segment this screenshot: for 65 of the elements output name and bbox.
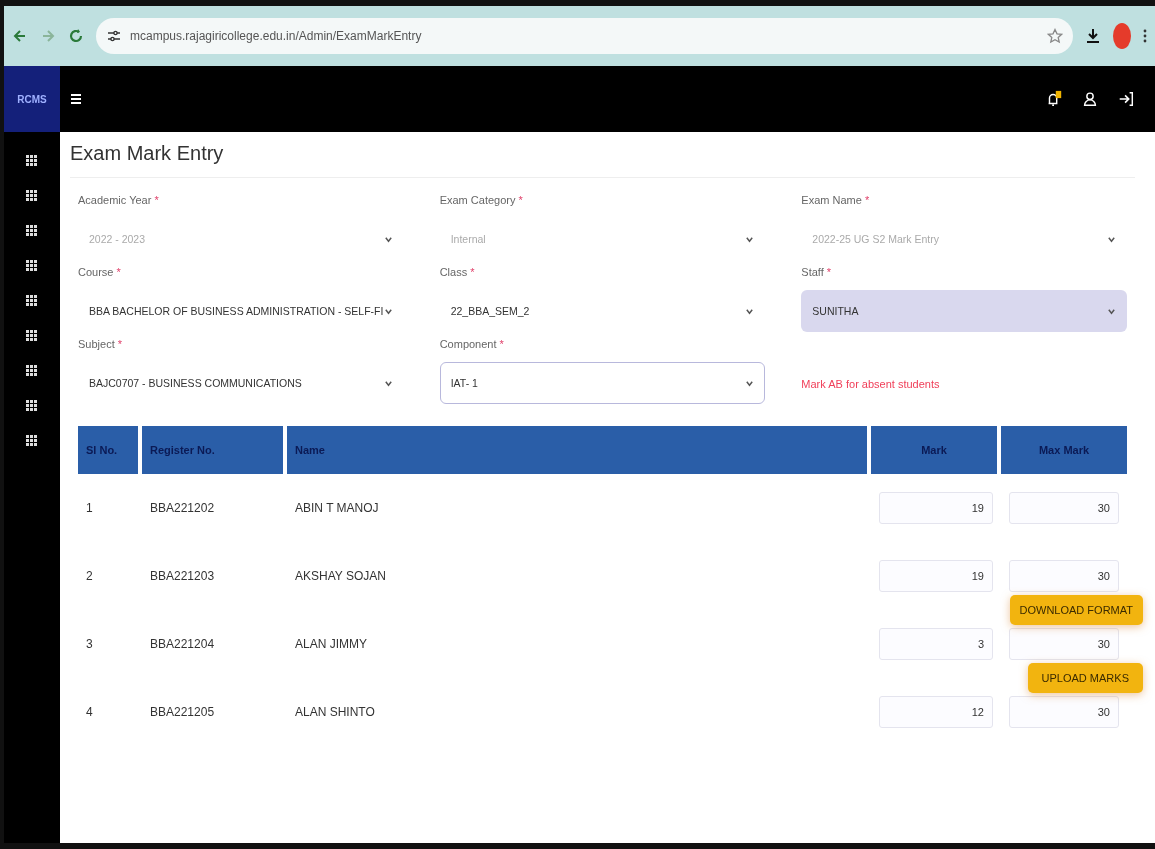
field-label: Exam Category * bbox=[439, 194, 524, 206]
table-cell-text: AKSHAY SOJAN bbox=[294, 568, 387, 585]
column-header: Max Mark bbox=[1001, 426, 1127, 474]
chevron-down-icon[interactable] bbox=[383, 378, 393, 388]
table-cell-text: 2 bbox=[85, 568, 94, 585]
back-icon[interactable] bbox=[12, 28, 28, 44]
table-cell-text: 4 bbox=[85, 704, 94, 721]
site-settings-icon[interactable] bbox=[106, 28, 122, 44]
grid-icon[interactable] bbox=[26, 400, 38, 412]
absent-note: Mark AB for absent students bbox=[801, 377, 941, 392]
mark-field[interactable]: 3 bbox=[879, 628, 993, 660]
mark-field[interactable]: 19 bbox=[879, 492, 993, 524]
grid-icon[interactable] bbox=[26, 225, 38, 237]
table-cell-text: BBA221205 bbox=[149, 704, 216, 721]
field-label: Exam Name * bbox=[801, 194, 871, 206]
action-button[interactable]: UPLOAD MARKS bbox=[1027, 663, 1143, 693]
chevron-down-icon[interactable] bbox=[745, 306, 755, 316]
star-icon[interactable] bbox=[1047, 28, 1063, 44]
field-label: Subject * bbox=[78, 338, 124, 350]
chevron-down-icon[interactable] bbox=[383, 306, 393, 316]
field-label: Course * bbox=[78, 266, 122, 278]
select-field[interactable]: SUNITHA bbox=[801, 290, 1127, 332]
max-mark-field[interactable]: 30 bbox=[1009, 492, 1119, 524]
select-field[interactable]: 22_BBA_SEM_2 bbox=[439, 290, 766, 332]
grid-icon[interactable] bbox=[26, 295, 38, 307]
table-cell-text: ALAN JIMMY bbox=[294, 636, 368, 653]
chevron-down-icon[interactable] bbox=[1107, 306, 1116, 316]
select-field[interactable]: BBA BACHELOR OF BUSINESS ADMINISTRATION - SELF-FI bbox=[78, 290, 404, 332]
action-button[interactable]: DOWNLOAD FORMAT bbox=[1009, 595, 1143, 625]
page-title: Exam Mark Entry bbox=[70, 142, 1135, 178]
mark-field[interactable]: 19 bbox=[879, 560, 993, 592]
reload-icon[interactable] bbox=[68, 28, 84, 44]
logout-icon[interactable] bbox=[1117, 90, 1135, 108]
field-label: Component * bbox=[439, 338, 505, 350]
field-label: Academic Year * bbox=[78, 194, 160, 206]
grid-icon[interactable] bbox=[26, 330, 38, 342]
grid-icon[interactable] bbox=[26, 155, 38, 167]
field-label: Staff * bbox=[801, 266, 833, 278]
menu-icon[interactable] bbox=[70, 93, 82, 105]
grid-icon[interactable] bbox=[26, 365, 38, 377]
more-icon[interactable] bbox=[1143, 28, 1147, 44]
grid-icon[interactable] bbox=[26, 260, 38, 272]
download-icon[interactable] bbox=[1085, 28, 1101, 44]
table-cell-text: BBA221202 bbox=[149, 500, 216, 517]
field-label: Class * bbox=[439, 266, 476, 278]
table-cell-text: 1 bbox=[85, 500, 94, 517]
table-cell-text: ABIN T MANOJ bbox=[294, 500, 380, 517]
table-cell-text: ALAN SHINTO bbox=[294, 704, 376, 721]
table-cell-text: 3 bbox=[85, 636, 94, 653]
user-icon[interactable] bbox=[1081, 90, 1099, 108]
table-cell-text: BBA221204 bbox=[149, 636, 216, 653]
address-bar[interactable]: mcampus.rajagiricollege.edu.in/Admin/ExamMarkEntry bbox=[96, 18, 1073, 54]
app-logo[interactable]: RCMS bbox=[4, 66, 60, 132]
select-field[interactable]: IAT- 1 bbox=[439, 362, 766, 404]
mark-field[interactable]: 12 bbox=[879, 696, 993, 728]
table-cell-text: BBA221203 bbox=[149, 568, 216, 585]
max-mark-field[interactable]: 30 bbox=[1009, 696, 1119, 728]
profile-avatar[interactable] bbox=[1113, 23, 1131, 49]
max-mark-field[interactable]: 30 bbox=[1009, 628, 1119, 660]
grid-icon[interactable] bbox=[26, 190, 38, 202]
max-mark-field[interactable]: 30 bbox=[1009, 560, 1119, 592]
chevron-down-icon[interactable] bbox=[745, 378, 755, 388]
grid-icon[interactable] bbox=[26, 435, 38, 447]
select-field[interactable]: BAJC0707 - BUSINESS COMMUNICATIONS bbox=[78, 362, 404, 404]
url-text: mcampus.rajagiricollege.edu.in/Admin/ExamMarkEntry bbox=[130, 29, 423, 43]
